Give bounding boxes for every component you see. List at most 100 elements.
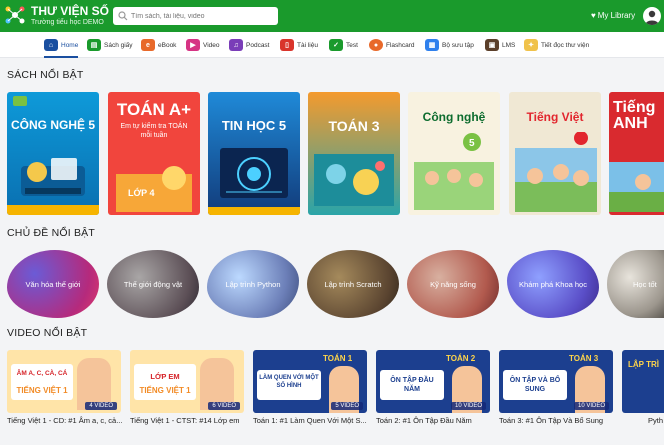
- nav-library-reading[interactable]: ✦ Tiết đọc thư viện: [524, 37, 589, 53]
- book-cover-stripe: [208, 207, 300, 215]
- video-headline: LÀM QUEN VỚI MỘT SỐ HÌNH: [259, 375, 319, 389]
- topic-label: Khám phá Khoa học: [519, 279, 587, 289]
- search-box[interactable]: [113, 7, 278, 25]
- book-card[interactable]: TOÁN 3: [308, 92, 400, 215]
- video-label: TOÁN 3: [569, 354, 599, 363]
- video-label: TIẾNG VIỆT 1: [139, 386, 191, 395]
- video-headline: LẬP TRÌ: [628, 360, 659, 369]
- video-count: 10 VIDEO: [454, 403, 482, 409]
- nav-lms[interactable]: ▣ LMS: [485, 37, 515, 53]
- video-count: 6 VIDEO: [212, 403, 236, 409]
- publisher-logo: [13, 96, 27, 106]
- book-cover-art: [21, 158, 85, 196]
- svg-text:5: 5: [469, 138, 475, 149]
- video-caption[interactable]: Toán 3: #1 Ôn Tập Và Bổ Sung: [499, 416, 615, 425]
- nav-documents-label: Tài liệu: [297, 41, 318, 49]
- video-caption[interactable]: Tiếng Việt 1 - CD: #1 Âm a, c, cả...: [7, 416, 123, 425]
- topic-label: Lập trình Scratch: [324, 279, 382, 289]
- nav-video[interactable]: ▶ Video: [186, 37, 220, 53]
- video-label: TOÁN 1: [323, 354, 353, 363]
- book-title: Tiếng ANH: [613, 99, 656, 132]
- topic-card[interactable]: Khám phá Khoa học: [507, 250, 599, 318]
- nav-home[interactable]: ⌂ Home: [44, 37, 78, 53]
- topic-card[interactable]: Thế giới động vật: [107, 250, 199, 318]
- video-card[interactable]: ÂM A, C, CÀ, CÁ TIẾNG VIỆT 1 4 VIDEO: [7, 350, 121, 413]
- book-card[interactable]: Tiếng ANH: [609, 92, 664, 215]
- video-count-badge: 4 VIDEO: [85, 402, 117, 410]
- book-card[interactable]: CÔNG NGHỆ 5: [7, 92, 99, 215]
- nav-lms-label: LMS: [502, 41, 516, 49]
- video-card[interactable]: LÀM QUEN VỚI MỘT SỐ HÌNH TOÁN 1 5 VIDEO: [253, 350, 367, 413]
- top-bar: THƯ VIỆN SỐ Trường tiểu học DEMO ♥My Lib…: [0, 0, 664, 32]
- my-library-link[interactable]: ♥ My Library: [591, 11, 635, 20]
- nav-video-label: Video: [203, 41, 220, 49]
- search-icon: [118, 11, 128, 21]
- flashcard-icon: ●: [369, 39, 383, 51]
- video-count-badge: 10 VIDEO: [573, 402, 609, 410]
- book-cover-art: [515, 132, 597, 212]
- heart-icon: ♥: [591, 11, 596, 20]
- video-count: 5 VIDEO: [335, 403, 359, 409]
- topic-label: Thế giới động vật: [123, 279, 183, 289]
- reading-icon: ✦: [524, 39, 538, 51]
- headphones-icon: ♫: [229, 39, 243, 51]
- video-caption[interactable]: Tiếng Việt 1 - CTST: #14 Lớp em: [130, 416, 246, 425]
- video-caption[interactable]: Toán 2: #1 Ôn Tập Đầu Năm: [376, 416, 492, 425]
- logo-icon[interactable]: [4, 4, 26, 26]
- book-cover-art: [609, 162, 664, 212]
- book-card[interactable]: TOÁN A+ Em tự kiểm tra TOÁN mỗi tuần LỚP…: [108, 92, 200, 215]
- nav-paper-books[interactable]: ▤ Sách giấy: [87, 37, 133, 53]
- test-icon: ✓: [329, 39, 343, 51]
- video-card[interactable]: ÔN TẬP ĐẦU NĂM TOÁN 2 10 VIDEO: [376, 350, 490, 413]
- lms-icon: ▣: [485, 39, 499, 51]
- video-card[interactable]: LỚP EM TIẾNG VIỆT 1 6 VIDEO: [130, 350, 244, 413]
- book-title: TIN HỌC 5: [221, 118, 287, 133]
- nav-test[interactable]: ✓ Test: [329, 37, 358, 53]
- book-card[interactable]: Tiếng Việt: [509, 92, 601, 215]
- section-title-books: SÁCH NỔI BẬT: [7, 69, 84, 81]
- nav-documents[interactable]: ▯ Tài liệu: [280, 37, 318, 53]
- book-card[interactable]: Công nghệ 5: [408, 92, 500, 215]
- book-title: CÔNG NGHỆ 5: [10, 118, 95, 132]
- topic-card[interactable]: Văn hóa thế giới: [7, 250, 99, 318]
- book-subtitle: Em tự kiểm tra TOÁN mỗi tuần: [120, 123, 188, 139]
- topic-label: Học tốt: [633, 279, 657, 289]
- nav-ebook[interactable]: e eBook: [141, 37, 176, 53]
- book-cover-art: 5: [414, 133, 494, 210]
- document-icon: ▯: [280, 39, 294, 51]
- book-title: Công nghệ: [422, 110, 486, 124]
- nav-podcast-label: Podcast: [246, 41, 270, 49]
- topic-card[interactable]: Lập trình Scratch: [307, 250, 399, 318]
- nav-collection[interactable]: ▦ Bộ sưu tập: [425, 37, 474, 53]
- video-caption[interactable]: Pyth: [648, 416, 664, 425]
- book-cover-stripe: [7, 205, 99, 215]
- collection-icon: ▦: [425, 39, 439, 51]
- video-label: TOÁN 2: [446, 354, 476, 363]
- book-title: Tiếng Việt: [526, 110, 584, 124]
- nav-podcast[interactable]: ♫ Podcast: [229, 37, 270, 53]
- topic-card[interactable]: Kỹ năng sống: [407, 250, 499, 318]
- book-cover-art: [220, 148, 288, 198]
- video-count-badge: 6 VIDEO: [208, 402, 240, 410]
- nav-ebook-label: eBook: [158, 41, 177, 49]
- video-headline: ÔN TẬP VÀ BỔ SUNG: [509, 377, 561, 393]
- search-input[interactable]: [131, 9, 271, 23]
- video-caption[interactable]: Toán 1: #1 Làm Quen Với Một S...: [253, 416, 369, 425]
- app-title[interactable]: THƯ VIỆN SỐ: [31, 4, 109, 18]
- book-card[interactable]: TIN HỌC 5: [208, 92, 300, 215]
- nav-flashcard-label: Flashcard: [386, 41, 415, 49]
- avatar[interactable]: [643, 7, 661, 25]
- nav-flashcard[interactable]: ● Flashcard: [369, 37, 415, 53]
- video-count-badge: 10 VIDEO: [450, 402, 486, 410]
- video-headline: ÔN TẬP ĐẦU NĂM: [390, 377, 434, 393]
- topic-card[interactable]: Lập trình Python: [207, 250, 299, 318]
- nav-test-label: Test: [346, 41, 358, 49]
- book-title: TOÁN A+: [116, 100, 192, 119]
- video-card[interactable]: LẬP TRÌ: [622, 350, 664, 413]
- topic-card[interactable]: Học tốt: [607, 250, 664, 318]
- active-tab-indicator: [44, 56, 78, 58]
- topic-label: Kỹ năng sống: [430, 279, 476, 289]
- video-headline: ÂM A, C, CÀ, CÁ: [16, 370, 68, 377]
- video-card[interactable]: ÔN TẬP VÀ BỔ SUNG TOÁN 3 10 VIDEO: [499, 350, 613, 413]
- video-count: 4 VIDEO: [89, 403, 113, 409]
